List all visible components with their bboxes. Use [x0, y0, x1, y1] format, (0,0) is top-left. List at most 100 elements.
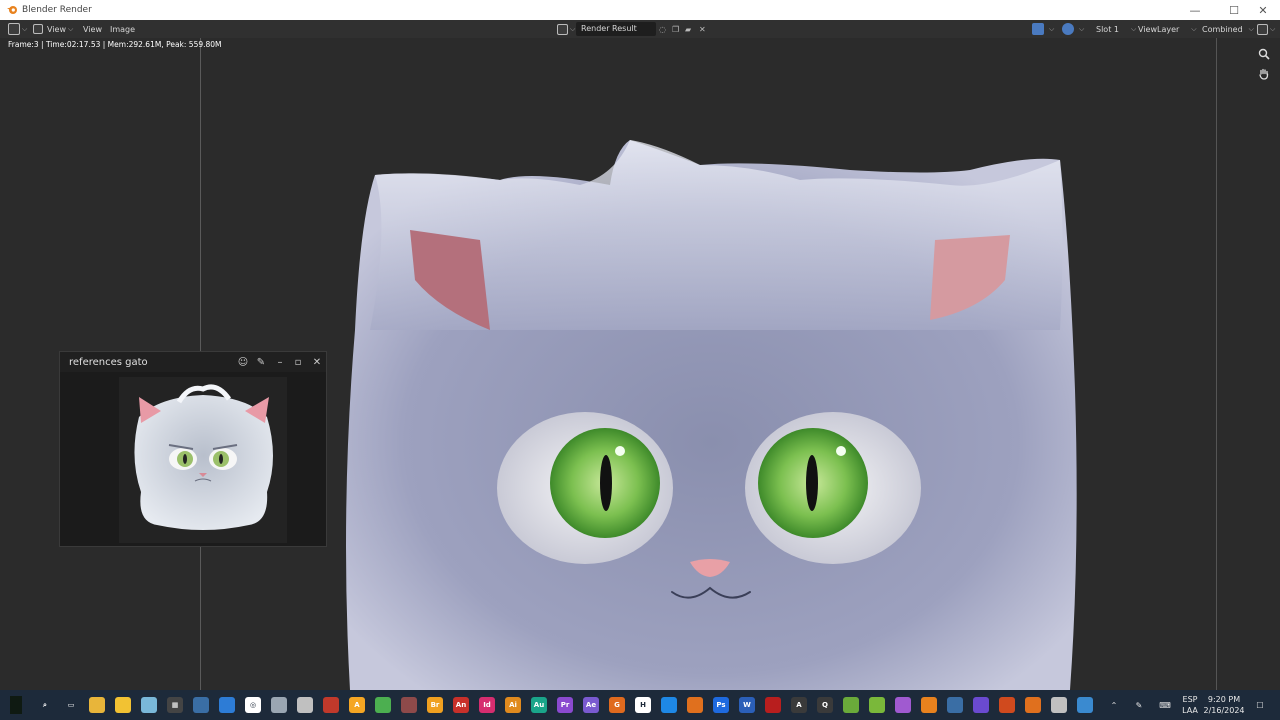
app-11-icon: [297, 697, 313, 713]
audition-icon: Au: [531, 697, 547, 713]
slot-select[interactable]: Slot 1 ⌵: [1096, 22, 1136, 36]
taskbar-app-app-7[interactable]: [188, 690, 214, 720]
taskbar-app-app-26[interactable]: [682, 690, 708, 720]
taskbar-app-flash[interactable]: [760, 690, 786, 720]
pan-hand-icon[interactable]: [1256, 66, 1272, 82]
taskbar-app-word[interactable]: W: [734, 690, 760, 720]
display-channels-button[interactable]: ⌵: [1257, 22, 1275, 36]
reference-window[interactable]: references gato ☺ ✎ – ▫ ✕: [59, 351, 327, 547]
taskbar-app-app-40[interactable]: [1046, 690, 1072, 720]
menu-image[interactable]: Image: [110, 25, 135, 34]
taskbar-app-app-24[interactable]: H: [630, 690, 656, 720]
taskbar-app-vscode[interactable]: [656, 690, 682, 720]
unpin-icon[interactable]: ✎: [253, 355, 269, 369]
taskbar-app-app-15[interactable]: [396, 690, 422, 720]
notifications-icon[interactable]: ☐: [1250, 690, 1270, 720]
gizmo-toggle-icon[interactable]: [1032, 23, 1044, 35]
taskbar-app-app-33[interactable]: [864, 690, 890, 720]
taskbar-app-app-11[interactable]: [292, 690, 318, 720]
taskbar-app-photos[interactable]: [1072, 690, 1098, 720]
image-name-value: Render Result: [581, 24, 637, 33]
fake-user-icon[interactable]: ◌: [659, 25, 666, 34]
editor-type-button[interactable]: ⌵: [8, 22, 27, 36]
search-icon: ⌕: [37, 697, 53, 713]
taskbar-app-animate[interactable]: An: [448, 690, 474, 720]
close-icon[interactable]: ✕: [309, 355, 325, 369]
chevron-down-icon: ⌵: [1270, 24, 1276, 33]
taskbar-app-task-view[interactable]: ▭: [58, 690, 84, 720]
keyboard-icon[interactable]: ⌨: [1154, 690, 1176, 720]
view-mode-button[interactable]: View ⌵: [33, 22, 73, 36]
image-browse-icon: [557, 23, 568, 35]
after-effects-icon: Ae: [583, 697, 599, 713]
taskbar-app-app-13[interactable]: A: [344, 690, 370, 720]
taskbar-app-app-34[interactable]: [890, 690, 916, 720]
app-5-icon: [141, 697, 157, 713]
taskbar-app-app-39[interactable]: [1020, 690, 1046, 720]
emoji-icon[interactable]: ☺: [235, 355, 251, 369]
clock[interactable]: 9:20 PM 2/16/2024: [1202, 690, 1246, 720]
unlink-image-icon[interactable]: ✕: [699, 25, 706, 34]
render-pass-select[interactable]: Combined ⌵: [1202, 22, 1254, 36]
taskbar-app-app-9[interactable]: ◎: [240, 690, 266, 720]
taskbar-app-after-effects[interactable]: Ae: [578, 690, 604, 720]
minimize-icon: —: [1189, 3, 1201, 17]
taskbar-app-app-5[interactable]: [136, 690, 162, 720]
start-button[interactable]: [0, 690, 32, 720]
taskbar-app-calculator[interactable]: ▦: [162, 690, 188, 720]
chevron-down-icon: ⌵: [570, 24, 576, 33]
open-folder-icon[interactable]: ▰: [685, 25, 691, 34]
taskbar-app-search[interactable]: ⌕: [32, 690, 58, 720]
chevron-down-icon[interactable]: ⌵: [1049, 25, 1054, 34]
chevron-down-icon[interactable]: ⌵: [1079, 25, 1084, 34]
taskbar-app-app-32[interactable]: [838, 690, 864, 720]
app-30-icon: A: [791, 697, 807, 713]
taskbar-app-indesign[interactable]: Id: [474, 690, 500, 720]
language-indicator[interactable]: ESP LAA: [1178, 690, 1202, 720]
blender-icon: [921, 697, 937, 713]
taskbar-app-bridge[interactable]: Br: [422, 690, 448, 720]
taskbar-app-app-23[interactable]: G: [604, 690, 630, 720]
taskbar-app-app-10[interactable]: [266, 690, 292, 720]
minimize-icon[interactable]: –: [272, 355, 288, 369]
browse-image-button[interactable]: ⌵: [557, 22, 575, 36]
vscode-icon: [661, 697, 677, 713]
taskbar-app-app-12[interactable]: [318, 690, 344, 720]
duplicate-image-icon[interactable]: ❐: [672, 25, 679, 34]
pen-icon[interactable]: ✎: [1128, 690, 1150, 720]
taskbar-app-powerpoint[interactable]: [994, 690, 1020, 720]
overlay-toggle-icon[interactable]: [1062, 23, 1074, 35]
app-9-icon: ◎: [245, 697, 261, 713]
app-15-icon: [401, 697, 417, 713]
image-name-field[interactable]: Render Result: [576, 22, 656, 36]
photos-icon: [1077, 697, 1093, 713]
taskbar-app-app-37[interactable]: [968, 690, 994, 720]
taskbar-app-app-30[interactable]: A: [786, 690, 812, 720]
zoom-icon[interactable]: [1256, 46, 1272, 62]
taskbar-app-blender[interactable]: [916, 690, 942, 720]
close-window-button[interactable]: ✕: [1246, 0, 1280, 20]
taskbar-app-app-36[interactable]: [942, 690, 968, 720]
maximize-icon: ☐: [1229, 3, 1239, 17]
taskbar-app-photoshop[interactable]: Ps: [708, 690, 734, 720]
minimize-button[interactable]: —: [1178, 0, 1212, 20]
chevron-down-icon: ⌵: [1130, 24, 1137, 33]
taskbar-app-illustrator[interactable]: Ai: [500, 690, 526, 720]
app-36-icon: [947, 697, 963, 713]
taskbar-app-app-14[interactable]: [370, 690, 396, 720]
taskbar-app-file-explorer[interactable]: [84, 690, 110, 720]
taskbar-app-premiere[interactable]: Pr: [552, 690, 578, 720]
tray-overflow-icon[interactable]: ⌃: [1104, 690, 1124, 720]
maximize-icon[interactable]: ▫: [290, 355, 306, 369]
chevron-down-icon: ⌵: [67, 24, 74, 33]
taskbar-app-audition[interactable]: Au: [526, 690, 552, 720]
taskbar-app-app-8[interactable]: [214, 690, 240, 720]
file-explorer-icon: [89, 697, 105, 713]
premiere-icon: Pr: [557, 697, 573, 713]
taskbar-app-sticky-notes[interactable]: [110, 690, 136, 720]
view-layer-select[interactable]: ViewLayer ⌵: [1138, 22, 1197, 36]
taskbar-app-app-31[interactable]: Q: [812, 690, 838, 720]
window-titlebar: Blender Render — ☐ ✕: [0, 0, 1280, 20]
start-icon: [10, 696, 22, 714]
menu-view[interactable]: View: [83, 25, 102, 34]
